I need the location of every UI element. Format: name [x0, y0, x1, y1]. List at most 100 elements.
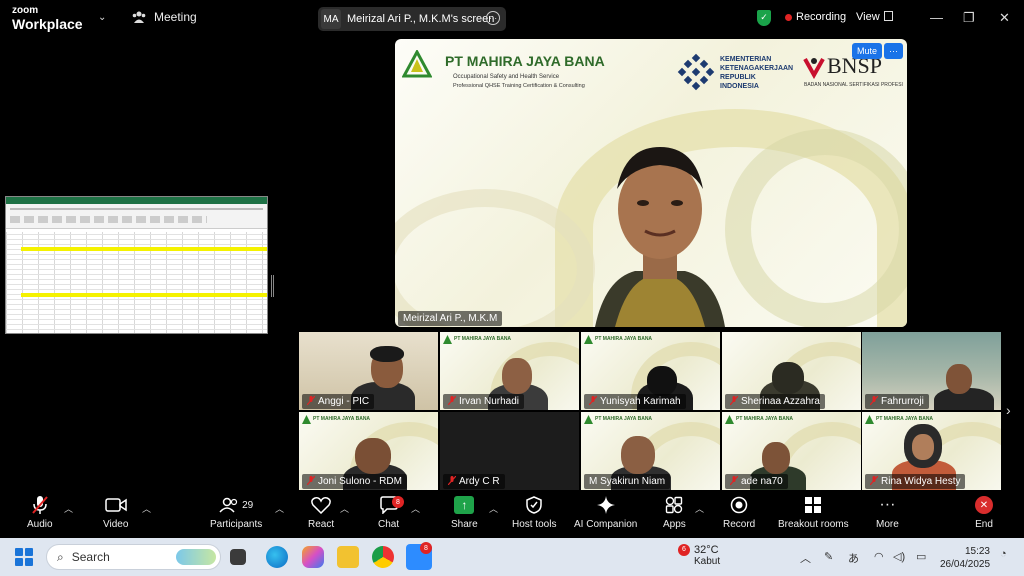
participant-name-tag: M Syakirun Niam [584, 474, 671, 489]
company-subtitle: Occupational Safety and Health Service [453, 74, 560, 80]
participant-tile[interactable]: Ardy C R [440, 412, 579, 490]
windows-taskbar: ⌕ Search 8 6 32°C Kabut ︿ ✎ あ ◠ ◁) ▭ 15:… [0, 538, 1024, 576]
system-clock[interactable]: 15:23 26/04/2025 [940, 545, 990, 571]
host-tools-button[interactable]: Host tools [512, 494, 556, 530]
participant-tile[interactable]: Fahrurroji [862, 332, 1001, 410]
battery-icon[interactable]: ▭ [916, 550, 926, 563]
wifi-icon[interactable]: ◠ [874, 550, 884, 563]
share-options-chevron-icon[interactable]: ︿ [489, 502, 498, 515]
copilot-icon[interactable] [302, 546, 324, 568]
view-button[interactable]: View [856, 11, 893, 23]
apps-label: Apps [663, 519, 686, 530]
windows-start-icon[interactable] [15, 548, 33, 566]
recording-dot-icon [785, 13, 792, 21]
speaker-name-tag: Meirizal Ari P., M.K.M [398, 311, 503, 326]
split-resize-handle[interactable] [271, 275, 274, 297]
breakout-label: Breakout rooms [778, 519, 849, 530]
weather-widget[interactable]: 6 32°C Kabut [672, 544, 720, 568]
breakout-rooms-button[interactable]: Breakout rooms [778, 494, 849, 530]
next-page-arrow-icon[interactable]: › [1006, 402, 1011, 418]
spreadsheet-highlight-row [21, 247, 267, 251]
react-button[interactable]: React [308, 494, 334, 530]
mahira-logo-icon [402, 50, 432, 78]
audio-options-chevron-icon[interactable]: ︿ [64, 502, 73, 515]
video-more-options-button[interactable]: ··· [884, 43, 903, 59]
apps-options-chevron-icon[interactable]: ︿ [695, 502, 704, 515]
muted-mic-icon [448, 396, 456, 405]
active-speaker-video[interactable]: PT MAHIRA JAYA BANA Occupational Safety … [395, 39, 907, 327]
minimize-icon[interactable]: — [930, 10, 943, 25]
taskbar-search-box[interactable]: ⌕ Search [46, 544, 221, 570]
end-meeting-button[interactable]: ✕ End [975, 494, 993, 530]
participant-head [762, 442, 790, 474]
ministry-line: KETENAGAKERJAAN [720, 65, 794, 72]
notifications-icon[interactable]: ◔ [1000, 548, 1007, 560]
task-view-icon[interactable] [230, 549, 246, 565]
participant-tile[interactable]: PT MAHIRA JAYA BANA Joni Sulono - RDM [299, 412, 438, 490]
share-button[interactable]: ↑ Share [451, 494, 478, 530]
participant-name-tag: Fahrurroji [865, 394, 929, 409]
participant-name-tag: Rina Widya Hesty [865, 474, 966, 489]
chat-options-chevron-icon[interactable]: ︿ [411, 502, 420, 515]
bnsp-emblem-icon [803, 58, 825, 79]
record-label: Record [723, 519, 756, 530]
close-icon[interactable]: ✕ [999, 10, 1010, 26]
participant-tile[interactable]: PT MAHIRA JAYA BANA ade na70 [722, 412, 861, 490]
company-tagline: Professional QHSE Training Certification… [453, 83, 585, 89]
tile-company-name: PT MAHIRA JAYA BANA [876, 416, 934, 422]
participant-tile[interactable]: Anggi - PIC [299, 332, 438, 410]
muted-mic-icon [589, 396, 597, 405]
participant-name: M Syakirun Niam [589, 476, 666, 487]
participant-tile[interactable]: Sherinaa Azzahra [722, 332, 861, 410]
mahira-logo-icon [443, 335, 452, 344]
language-input-icon[interactable]: あ [848, 550, 859, 566]
react-options-chevron-icon[interactable]: ︿ [340, 502, 349, 515]
shared-spreadsheet-thumbnail[interactable] [5, 196, 268, 334]
participant-tile[interactable]: PT MAHIRA JAYA BANA Rina Widya Hesty [862, 412, 1001, 490]
muted-mic-icon [730, 396, 738, 405]
participant-tile[interactable]: PT MAHIRA JAYA BANA Yunisyah Karimah [581, 332, 720, 410]
video-options-chevron-icon[interactable]: ︿ [142, 502, 151, 515]
logo-line-zoom: zoom [12, 5, 39, 16]
tile-company-name: PT MAHIRA JAYA BANA [313, 416, 371, 422]
volume-icon[interactable]: ◁) [893, 550, 905, 563]
participants-button[interactable]: 29 Participants [210, 494, 262, 530]
recording-indicator[interactable]: Recording [785, 11, 846, 23]
apps-icon [665, 494, 683, 516]
audio-button[interactable]: Audio [27, 494, 53, 530]
pen-input-icon[interactable]: ✎ [824, 550, 833, 563]
zoom-notification-badge: 8 [420, 542, 432, 554]
security-shield-icon[interactable]: ✓ [757, 10, 771, 26]
participant-name: Irvan Nurhadi [459, 396, 520, 407]
show-hidden-icons-chevron-icon[interactable]: ︿ [800, 550, 811, 566]
shared-screen-indicator[interactable]: MA Meirizal Ari P., M.K.M's screen ··· [318, 7, 506, 31]
breakout-grid-icon [804, 494, 822, 516]
participants-options-chevron-icon[interactable]: ︿ [275, 502, 284, 515]
participant-tile[interactable]: PT MAHIRA JAYA BANA M Syakirun Niam [581, 412, 720, 490]
meeting-controls-toolbar: Audio ︿ Video ︿ 29 Participants ︿ React … [0, 492, 1024, 538]
participant-name: Fahrurroji [881, 396, 924, 407]
share-label: Share [451, 519, 478, 530]
mute-participant-button[interactable]: Mute [851, 43, 882, 59]
participant-name: Anggi - PIC [318, 396, 370, 407]
ai-companion-label: AI Companion [574, 519, 638, 530]
edge-browser-icon[interactable] [266, 546, 288, 568]
participant-head [946, 364, 972, 394]
video-button[interactable]: Video [103, 494, 128, 530]
restore-icon[interactable]: ❐ [963, 10, 975, 26]
participant-name: Yunisyah Karimah [600, 396, 681, 407]
apps-button[interactable]: Apps [663, 494, 686, 530]
participant-tile[interactable]: PT MAHIRA JAYA BANA Irvan Nurhadi [440, 332, 579, 410]
more-button[interactable]: ··· More [876, 494, 899, 530]
file-explorer-icon[interactable] [337, 546, 359, 568]
tile-company-name: PT MAHIRA JAYA BANA [454, 336, 512, 342]
sharer-avatar: MA [321, 9, 341, 29]
participant-name: ade na70 [741, 476, 783, 487]
ai-companion-button[interactable]: AI Companion [574, 494, 637, 530]
more-horizontal-icon[interactable]: ··· [486, 11, 500, 25]
chrome-browser-icon[interactable] [372, 546, 394, 568]
temperature: 32°C [694, 544, 719, 556]
meeting-info-button[interactable]: Meeting [132, 10, 197, 24]
app-menu-chevron-icon[interactable]: ⌄ [98, 12, 106, 23]
record-button[interactable]: Record [723, 494, 755, 530]
